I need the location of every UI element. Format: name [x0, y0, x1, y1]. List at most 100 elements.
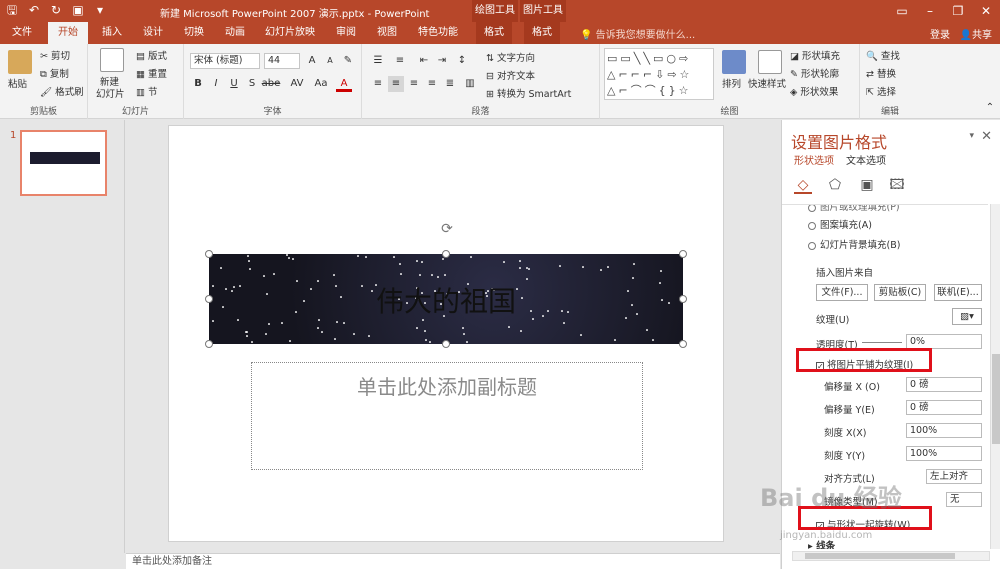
- italic-button[interactable]: I: [208, 76, 224, 92]
- justify-icon[interactable]: ≡: [424, 76, 440, 92]
- slideshow-icon[interactable]: ▣: [70, 2, 86, 18]
- fill-line-icon[interactable]: ◇: [794, 176, 812, 194]
- layout-button[interactable]: ▤ 版式: [136, 48, 167, 62]
- hscrollbar-thumb[interactable]: [805, 553, 955, 559]
- shadow-button[interactable]: S: [244, 76, 260, 92]
- tell-me-box[interactable]: 💡 告诉我您想要做什么...: [580, 26, 695, 41]
- arrange-icon[interactable]: [722, 50, 746, 74]
- strikethrough-button[interactable]: abe: [260, 76, 282, 92]
- scale-x-input[interactable]: 100%: [906, 423, 982, 438]
- increase-indent-icon[interactable]: ⇥: [434, 53, 450, 69]
- tab-text-options[interactable]: 文本选项: [846, 152, 886, 167]
- slide-thumbnail[interactable]: [20, 130, 107, 196]
- shape-effects-button[interactable]: ◈ 形状效果: [790, 84, 838, 98]
- pane-options-icon[interactable]: ▾: [969, 131, 974, 141]
- replace-button[interactable]: ⇄ 替换: [866, 66, 896, 80]
- grow-font-icon[interactable]: A: [304, 53, 320, 69]
- quick-styles-button[interactable]: 快速样式: [748, 76, 786, 90]
- close-icon[interactable]: ✕: [972, 0, 1000, 22]
- font-color-button[interactable]: A: [336, 76, 352, 92]
- scale-y-input[interactable]: 100%: [906, 446, 982, 461]
- line-spacing-icon[interactable]: ↕: [454, 53, 470, 69]
- transparency-slider[interactable]: [862, 342, 902, 343]
- restore-icon[interactable]: ❐: [944, 0, 972, 22]
- slide-title[interactable]: 伟大的祖国: [209, 280, 683, 320]
- tab-design[interactable]: 设计: [137, 22, 169, 44]
- find-button[interactable]: 🔍 查找: [866, 48, 900, 62]
- underline-button[interactable]: U: [226, 76, 242, 92]
- online-button[interactable]: 联机(E)...: [934, 284, 982, 301]
- align-center-icon[interactable]: ≡: [388, 76, 404, 92]
- resize-handle-t[interactable]: [442, 250, 450, 258]
- slide-canvas[interactable]: ⟳ 伟大的祖国 单击此处添加副标题: [168, 125, 724, 542]
- fill-option-background[interactable]: 幻灯片背景填充(B): [808, 237, 900, 251]
- align-left-icon[interactable]: ≡: [370, 76, 386, 92]
- mirror-type-dropdown[interactable]: 无: [946, 492, 982, 507]
- resize-handle-tr[interactable]: [679, 250, 687, 258]
- effects-pentagon-icon[interactable]: ⬠: [826, 176, 844, 194]
- collapse-ribbon-icon[interactable]: ⌃: [982, 100, 998, 116]
- columns-icon[interactable]: ▥: [462, 76, 478, 92]
- tab-featured[interactable]: 特色功能: [414, 22, 462, 44]
- offset-y-input[interactable]: 0 磅: [906, 400, 982, 415]
- customize-icon[interactable]: ▾: [92, 2, 108, 18]
- shrink-font-icon[interactable]: A: [322, 53, 338, 69]
- tab-format-picture[interactable]: 格式: [524, 22, 560, 44]
- undo-icon[interactable]: ↶: [26, 2, 42, 18]
- paste-button[interactable]: 粘贴: [8, 76, 27, 90]
- pane-close-icon[interactable]: ✕: [981, 129, 992, 144]
- new-slide-label-2[interactable]: 幻灯片: [96, 86, 125, 100]
- ribbon-display-icon[interactable]: ▭: [888, 0, 916, 22]
- arrange-button[interactable]: 排列: [722, 76, 741, 90]
- text-direction-button[interactable]: ⇅ 文字方向: [486, 50, 535, 64]
- file-button[interactable]: 文件(F)...: [816, 284, 868, 301]
- offset-x-input[interactable]: 0 磅: [906, 377, 982, 392]
- share-button[interactable]: 👤共享: [960, 26, 992, 41]
- pane-horizontal-scrollbar[interactable]: [792, 551, 990, 561]
- radio-picture-fill[interactable]: [808, 205, 816, 212]
- fill-option-picture[interactable]: 图片或纹理填充(P): [808, 205, 900, 213]
- tab-home[interactable]: 开始: [48, 22, 88, 44]
- quick-styles-icon[interactable]: [758, 50, 782, 74]
- size-properties-icon[interactable]: ▣: [858, 176, 876, 194]
- tab-animations[interactable]: 动画: [219, 22, 251, 44]
- tab-shape-options[interactable]: 形状选项: [794, 152, 834, 167]
- tab-transitions[interactable]: 切换: [178, 22, 210, 44]
- numbering-icon[interactable]: ≡: [392, 53, 408, 69]
- alignment-dropdown[interactable]: 左上对齐: [926, 469, 982, 484]
- char-spacing-button[interactable]: AV: [286, 76, 308, 92]
- cut-button[interactable]: ✂ 剪切: [40, 48, 70, 62]
- distributed-icon[interactable]: ≣: [442, 76, 458, 92]
- change-case-button[interactable]: Aa: [310, 76, 332, 92]
- decrease-indent-icon[interactable]: ⇤: [416, 53, 432, 69]
- font-name-dropdown[interactable]: 宋体 (标题): [190, 53, 260, 69]
- paste-icon[interactable]: [8, 50, 32, 74]
- rotate-handle-icon[interactable]: ⟳: [439, 221, 455, 237]
- new-slide-icon[interactable]: [100, 48, 124, 72]
- resize-handle-br[interactable]: [679, 340, 687, 348]
- subtitle-placeholder[interactable]: 单击此处添加副标题: [251, 362, 643, 470]
- align-text-button[interactable]: ⊟ 对齐文本: [486, 68, 535, 82]
- picture-icon[interactable]: 🖾: [888, 176, 906, 194]
- resize-handle-r[interactable]: [679, 295, 687, 303]
- reset-button[interactable]: ▦ 重置: [136, 66, 167, 80]
- save-icon[interactable]: 🖫: [4, 2, 20, 18]
- align-right-icon[interactable]: ≡: [406, 76, 422, 92]
- tab-file[interactable]: 文件: [6, 22, 38, 44]
- tab-view[interactable]: 视图: [371, 22, 403, 44]
- radio-background-fill[interactable]: [808, 241, 816, 250]
- title-placeholder[interactable]: 伟大的祖国: [209, 254, 683, 344]
- pane-vertical-scrollbar[interactable]: [990, 204, 1000, 549]
- radio-pattern-fill[interactable]: [808, 221, 816, 230]
- clear-format-icon[interactable]: ✎: [340, 53, 356, 69]
- scrollbar-thumb[interactable]: [992, 354, 1000, 444]
- shapes-gallery[interactable]: ▭▭╲╲▭○⇨ △⌐⌐⌐⇩⇨☆ △⌐⌒⌒{}☆: [604, 48, 714, 100]
- resize-handle-bl[interactable]: [205, 340, 213, 348]
- tab-format-drawing[interactable]: 格式: [476, 22, 512, 44]
- texture-picker-icon[interactable]: ▨▾: [952, 308, 982, 325]
- smartart-button[interactable]: ⊞ 转换为 SmartArt: [486, 86, 571, 100]
- tab-review[interactable]: 审阅: [330, 22, 362, 44]
- login-link[interactable]: 登录: [930, 26, 950, 41]
- font-size-dropdown[interactable]: 44: [264, 53, 300, 69]
- tab-insert[interactable]: 插入: [96, 22, 128, 44]
